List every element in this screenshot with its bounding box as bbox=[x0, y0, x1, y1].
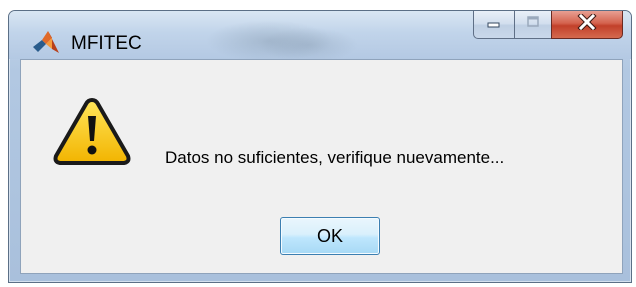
dialog-message: Datos no suficientes, verifique nuevamen… bbox=[165, 148, 505, 167]
maximize-button[interactable] bbox=[514, 11, 551, 39]
window-title: MFITEC bbox=[71, 33, 142, 54]
dialog-body: Datos no suficientes, verifique nuevamen… bbox=[20, 59, 623, 274]
minimize-button[interactable] bbox=[473, 11, 514, 39]
close-button[interactable] bbox=[551, 11, 623, 39]
dialog-window: MFITEC Datos no suficientes, verifique n… bbox=[8, 10, 632, 283]
window-controls bbox=[473, 11, 623, 41]
minimize-icon bbox=[486, 16, 502, 34]
title-bar[interactable]: MFITEC bbox=[9, 11, 631, 59]
ok-button[interactable]: OK bbox=[280, 217, 380, 255]
maximize-icon bbox=[525, 15, 541, 34]
close-icon bbox=[577, 12, 597, 35]
matlab-logo-icon bbox=[32, 28, 60, 56]
warning-icon bbox=[53, 96, 131, 166]
